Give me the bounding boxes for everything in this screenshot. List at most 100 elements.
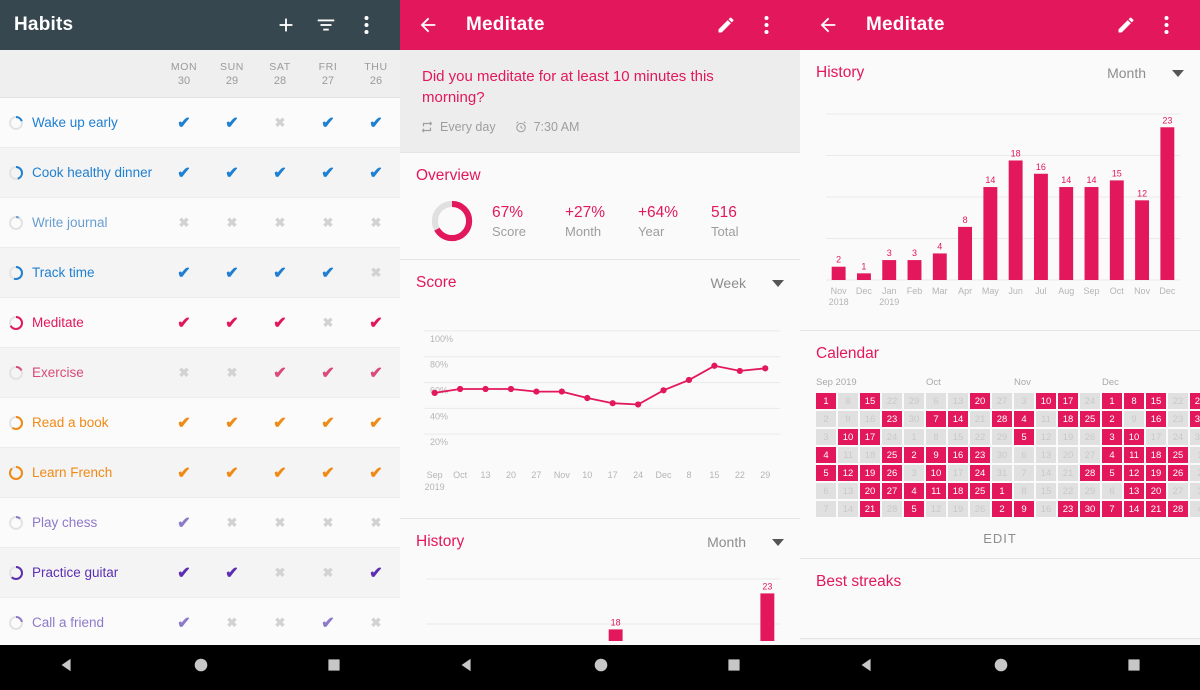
checkmark-icon[interactable]: ✔ xyxy=(160,613,208,633)
calendar-day-cell[interactable]: 31 xyxy=(992,465,1012,481)
cross-icon[interactable]: ✖ xyxy=(352,215,400,231)
back-triangle-icon[interactable] xyxy=(458,656,476,679)
checkmark-icon[interactable]: ✔ xyxy=(160,263,208,283)
calendar-day-cell[interactable]: 10 xyxy=(1036,393,1056,409)
habit-row[interactable]: Cook healthy dinner ✔ ✔ ✔ ✔ ✔ xyxy=(0,148,400,198)
calendar-day-cell[interactable]: 11 xyxy=(838,447,858,463)
calendar-day-cell[interactable]: 27 xyxy=(1080,447,1100,463)
calendar-day-cell[interactable]: 21 xyxy=(860,501,880,517)
habit-name-cell[interactable]: Meditate xyxy=(0,315,160,331)
habit-name-cell[interactable]: Write journal xyxy=(0,215,160,231)
calendar-day-cell[interactable]: 7 xyxy=(816,501,836,517)
calendar-day-cell[interactable]: 29 xyxy=(1190,393,1200,409)
calendar-day-cell[interactable]: 30 xyxy=(992,447,1012,463)
calendar-day-cell[interactable]: 8 xyxy=(838,393,858,409)
calendar-day-cell[interactable]: 21 xyxy=(970,411,990,427)
calendar-day-cell[interactable]: 25 xyxy=(1080,411,1100,427)
charts-scroll-area[interactable]: History Month 2 Nov 2018 1 Dec 3 Jan 2019 3 Feb 4 M… xyxy=(800,50,1200,690)
checkmark-icon[interactable]: ✔ xyxy=(256,363,304,383)
checkmark-icon[interactable]: ✔ xyxy=(256,263,304,283)
habit-row[interactable]: Write journal ✖ ✖ ✖ ✖ ✖ xyxy=(0,198,400,248)
calendar-day-cell[interactable]: 23 xyxy=(970,447,990,463)
cross-icon[interactable]: ✖ xyxy=(160,365,208,381)
calendar-day-cell[interactable]: 13 xyxy=(1036,447,1056,463)
calendar-day-cell[interactable]: 14 xyxy=(1124,501,1144,517)
recents-square-icon[interactable] xyxy=(1126,657,1142,678)
calendar-day-cell[interactable]: 4 xyxy=(904,483,924,499)
calendar-day-cell[interactable]: 15 xyxy=(948,429,968,445)
calendar-day-cell[interactable]: 7 xyxy=(926,411,946,427)
checkmark-icon[interactable]: ✔ xyxy=(304,613,352,633)
back-arrow-icon[interactable] xyxy=(408,5,448,45)
checkmark-icon[interactable]: ✔ xyxy=(352,163,400,183)
cross-icon[interactable]: ✖ xyxy=(256,215,304,231)
calendar-day-cell[interactable]: 6 xyxy=(926,393,946,409)
calendar-day-cell[interactable]: 14 xyxy=(838,501,858,517)
filter-icon[interactable] xyxy=(306,5,346,45)
habit-row[interactable]: Exercise ✖ ✖ ✔ ✔ ✔ xyxy=(0,348,400,398)
home-circle-icon[interactable] xyxy=(992,656,1010,679)
calendar-day-cell[interactable]: 27 xyxy=(882,483,902,499)
cross-icon[interactable]: ✖ xyxy=(160,215,208,231)
cross-icon[interactable]: ✖ xyxy=(256,115,304,131)
calendar-day-cell[interactable]: 28 xyxy=(992,411,1012,427)
cross-icon[interactable]: ✖ xyxy=(208,365,256,381)
calendar-day-cell[interactable]: 12 xyxy=(838,465,858,481)
checkmark-icon[interactable]: ✔ xyxy=(208,413,256,433)
checkmark-icon[interactable]: ✔ xyxy=(352,413,400,433)
calendar-day-cell[interactable]: 21 xyxy=(1146,501,1166,517)
calendar-day-cell[interactable]: 2 xyxy=(1190,465,1200,481)
calendar-day-cell[interactable]: 22 xyxy=(1168,393,1188,409)
checkmark-icon[interactable]: ✔ xyxy=(304,263,352,283)
cross-icon[interactable]: ✖ xyxy=(304,315,352,331)
recents-square-icon[interactable] xyxy=(726,657,742,678)
calendar-day-cell[interactable]: 8 xyxy=(926,429,946,445)
calendar-day-cell[interactable]: 5 xyxy=(904,501,924,517)
score-period-dropdown[interactable]: Week xyxy=(710,275,784,291)
checkmark-icon[interactable]: ✔ xyxy=(160,163,208,183)
calendar-edit-button[interactable]: EDIT xyxy=(816,517,1184,548)
cross-icon[interactable]: ✖ xyxy=(208,215,256,231)
checkmark-icon[interactable]: ✔ xyxy=(208,563,256,583)
calendar-day-cell[interactable]: 30 xyxy=(904,411,924,427)
calendar-day-cell[interactable]: 8 xyxy=(1124,393,1144,409)
calendar-day-cell[interactable]: 2 xyxy=(816,411,836,427)
calendar-day-cell[interactable]: 24 xyxy=(1168,429,1188,445)
calendar-day-cell[interactable]: 13 xyxy=(1124,483,1144,499)
cross-icon[interactable]: ✖ xyxy=(352,515,400,531)
calendar-day-cell[interactable]: 17 xyxy=(1146,429,1166,445)
calendar-day-cell[interactable]: 12 xyxy=(1124,465,1144,481)
calendar-day-cell[interactable]: 18 xyxy=(860,447,880,463)
overflow-menu-icon[interactable] xyxy=(1146,5,1186,45)
calendar-day-cell[interactable]: 19 xyxy=(860,465,880,481)
calendar-day-cell[interactable]: 7 xyxy=(1014,465,1034,481)
cross-icon[interactable]: ✖ xyxy=(304,215,352,231)
calendar-day-cell[interactable]: 9 xyxy=(838,411,858,427)
calendar-day-cell[interactable]: 6 xyxy=(1014,447,1034,463)
calendar-day-cell[interactable]: 13 xyxy=(948,393,968,409)
cross-icon[interactable]: ✖ xyxy=(208,515,256,531)
calendar-day-cell[interactable]: 14 xyxy=(948,411,968,427)
calendar-day-cell[interactable]: 26 xyxy=(1080,429,1100,445)
calendar-day-cell[interactable]: 19 xyxy=(948,501,968,517)
calendar-day-cell[interactable]: 29 xyxy=(904,393,924,409)
calendar-day-cell[interactable]: 15 xyxy=(1036,483,1056,499)
checkmark-icon[interactable]: ✔ xyxy=(352,313,400,333)
calendar-day-cell[interactable]: 8 xyxy=(1014,483,1034,499)
calendar-day-cell[interactable]: 3 xyxy=(816,429,836,445)
back-triangle-icon[interactable] xyxy=(58,656,76,679)
calendar-day-cell[interactable]: 14 xyxy=(1036,465,1056,481)
calendar-day-cell[interactable]: 2 xyxy=(992,501,1012,517)
checkmark-icon[interactable]: ✔ xyxy=(304,363,352,383)
calendar-day-cell[interactable]: 6 xyxy=(1102,483,1122,499)
calendar-day-cell[interactable]: 4 xyxy=(1014,411,1034,427)
calendar-day-cell[interactable]: 10 xyxy=(1124,429,1144,445)
calendar-day-cell[interactable]: 1 xyxy=(1190,447,1200,463)
home-circle-icon[interactable] xyxy=(192,656,210,679)
calendar-day-cell[interactable]: 12 xyxy=(1036,429,1056,445)
overflow-menu-icon[interactable] xyxy=(746,5,786,45)
checkmark-icon[interactable]: ✔ xyxy=(208,163,256,183)
calendar-day-cell[interactable]: 31 xyxy=(1190,429,1200,445)
edit-pencil-icon[interactable] xyxy=(706,5,746,45)
calendar-day-cell[interactable]: 25 xyxy=(970,483,990,499)
